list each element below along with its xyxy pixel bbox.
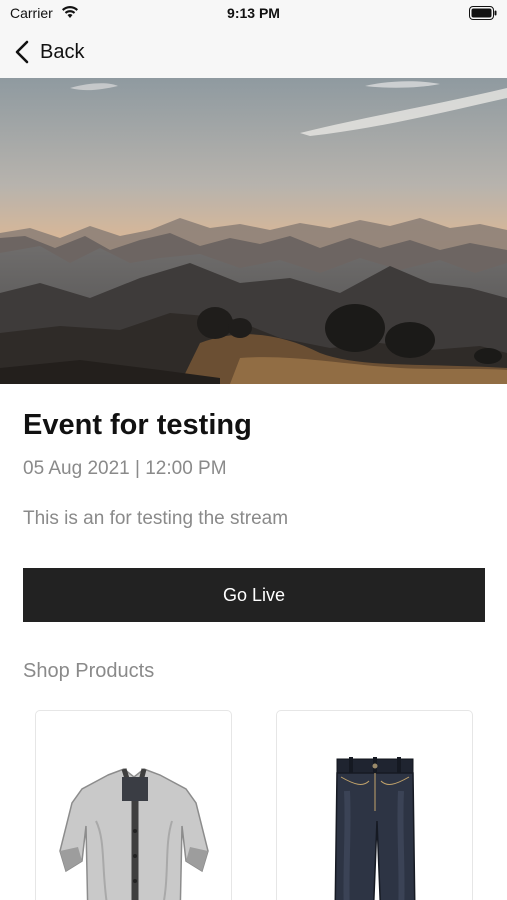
event-description: This is an for testing the stream <box>23 508 289 529</box>
battery-icon <box>469 6 497 20</box>
status-time: 9:13 PM <box>227 5 280 21</box>
event-datetime: 05 Aug 2021 | 12:00 PM <box>23 458 227 479</box>
go-live-button[interactable]: Go Live <box>23 568 485 622</box>
back-button[interactable]: Back <box>14 37 84 67</box>
dark-jeans-image <box>334 757 416 900</box>
status-bar: Carrier 9:13 PM <box>0 0 507 26</box>
grey-cardigan-image <box>59 768 209 900</box>
shop-products-title: Shop Products <box>23 660 155 682</box>
screen: Carrier 9:13 PM Back Event for testing 0… <box>0 0 507 900</box>
product-card[interactable] <box>35 710 232 900</box>
chevron-left-icon <box>15 40 29 64</box>
nav-bar: Back <box>0 26 507 78</box>
mountain-sunset-image <box>0 78 507 384</box>
event-title: Event for testing <box>23 409 252 441</box>
product-card[interactable] <box>276 710 473 900</box>
hero-image <box>0 78 507 384</box>
back-label: Back <box>40 40 85 63</box>
